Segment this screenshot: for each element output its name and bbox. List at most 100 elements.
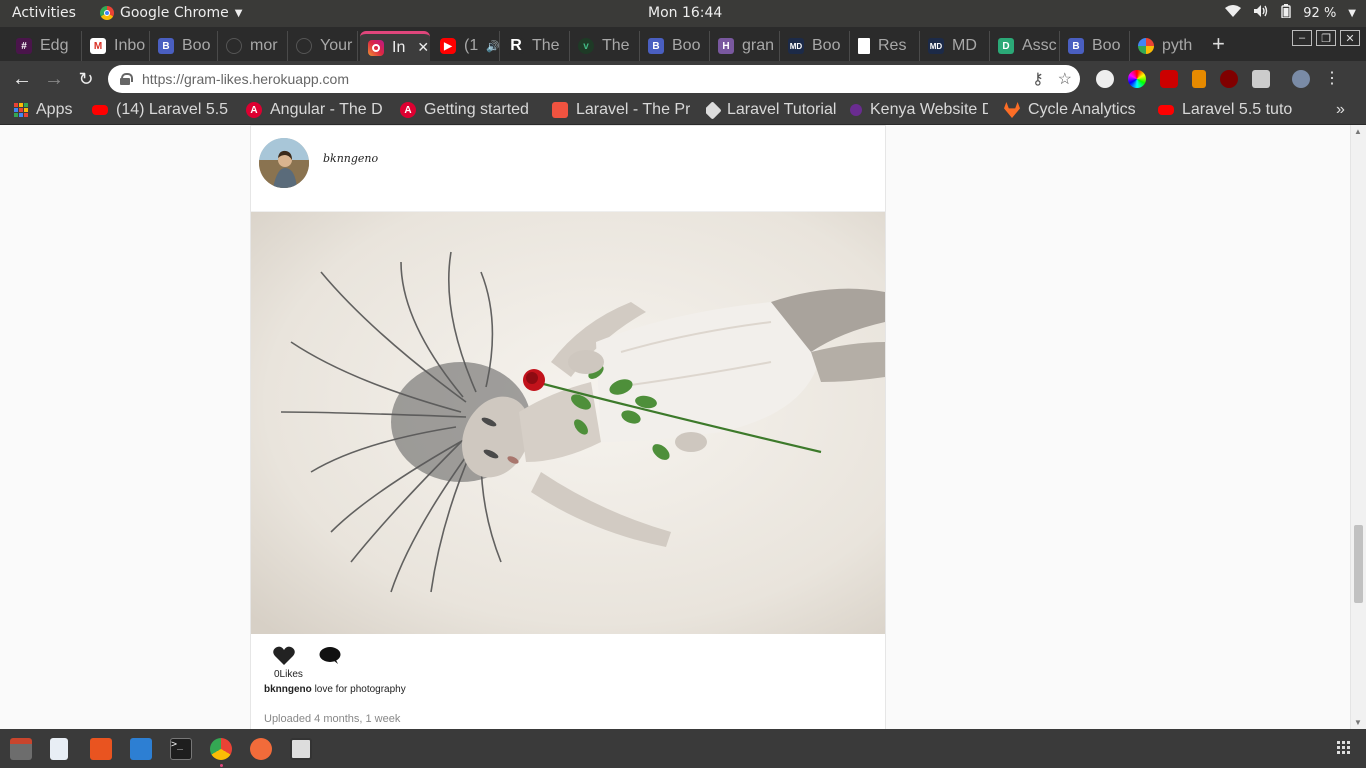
tab-title: In	[392, 38, 406, 56]
tab[interactable]: B Boo	[1060, 31, 1130, 61]
tab[interactable]: pyth	[1130, 31, 1200, 61]
tab-title: Inbo	[114, 37, 146, 54]
key-extension-icon[interactable]	[1192, 70, 1206, 88]
app-menu[interactable]: Google Chrome ▼	[100, 5, 242, 21]
tab[interactable]: MD MD	[920, 31, 990, 61]
bookmark[interactable]: Laravel Tutorial	[706, 101, 838, 119]
angular-icon: A	[400, 102, 416, 118]
ublock-icon[interactable]	[1160, 70, 1178, 88]
wifi-icon	[1225, 5, 1242, 21]
gmail-icon: M	[90, 38, 106, 54]
software-center-icon[interactable]	[90, 738, 112, 760]
tab[interactable]: R The	[500, 31, 570, 61]
tab[interactable]: ▶ (1 🔊	[432, 31, 500, 61]
scrollbar-thumb[interactable]	[1354, 525, 1363, 603]
close-icon[interactable]: ✕	[1340, 30, 1360, 46]
forward-arrow-icon[interactable]: →	[42, 67, 66, 91]
post-caption: bknngeno love for photography	[264, 684, 406, 695]
color-picker-icon[interactable]	[1128, 70, 1146, 88]
tab[interactable]: D Assc	[990, 31, 1060, 61]
terminal-icon[interactable]: >_	[170, 738, 192, 760]
heart-icon[interactable]	[273, 646, 295, 670]
bookmark-apps[interactable]: Apps	[14, 101, 72, 119]
caption-username[interactable]: bknngeno	[264, 684, 312, 695]
postman-icon[interactable]	[250, 738, 272, 760]
files-manager-icon[interactable]	[10, 738, 32, 760]
restore-icon[interactable]: ❐	[1316, 30, 1336, 46]
chrome-icon	[100, 6, 114, 20]
comment-icon[interactable]	[319, 646, 341, 670]
show-applications-icon[interactable]	[1337, 741, 1350, 754]
r-icon: R	[508, 37, 524, 54]
document-icon	[858, 38, 870, 54]
post-username[interactable]: bknngeno	[323, 152, 378, 165]
running-indicator	[220, 764, 223, 767]
text-editor-icon[interactable]	[50, 738, 68, 760]
tab[interactable]: B Boo	[640, 31, 710, 61]
bookmark[interactable]: Laravel - The Pr	[552, 101, 690, 119]
tab[interactable]: Res	[850, 31, 920, 61]
bootstrap-icon: B	[158, 38, 174, 54]
ublock-origin-icon[interactable]	[1220, 70, 1238, 88]
back-arrow-icon[interactable]: ←	[10, 67, 34, 91]
tab-title: Boo	[672, 37, 701, 54]
minimize-icon[interactable]: –	[1292, 30, 1312, 46]
google-icon	[1138, 38, 1154, 54]
vue-icon: v	[578, 38, 594, 54]
extension-icon[interactable]	[1096, 70, 1114, 88]
tab[interactable]: B Boo	[150, 31, 218, 61]
bookmark-label: Laravel - The Pr	[576, 101, 690, 118]
page-viewport: bknngeno 0Likes bknngeno love for photog…	[0, 125, 1350, 729]
bookmark[interactable]: Laravel 5.5 tuto	[1158, 101, 1298, 119]
reload-icon[interactable]: ↻	[74, 67, 98, 91]
screenshot-tool-icon[interactable]	[290, 738, 312, 760]
github-icon	[226, 38, 242, 54]
scroll-down-arrow-icon[interactable]: ▼	[1354, 718, 1362, 727]
youtube-icon	[1158, 105, 1174, 115]
tab[interactable]: # Edg	[8, 31, 82, 61]
more-bookmarks-icon[interactable]: »	[1336, 101, 1345, 119]
lock-icon	[120, 73, 133, 85]
page-scrollbar[interactable]: ▲ ▼	[1350, 125, 1366, 729]
profile-avatar-icon[interactable]	[1292, 70, 1310, 88]
close-icon[interactable]: ✕	[417, 39, 429, 56]
bookmark-label: Getting started	[424, 101, 529, 118]
slack-icon: #	[16, 38, 32, 54]
scroll-up-arrow-icon[interactable]: ▲	[1354, 127, 1362, 136]
heroku-icon: H	[718, 38, 734, 54]
puzzle-icon[interactable]	[1252, 70, 1270, 88]
extensions-area: ⋮	[1096, 70, 1340, 88]
activities-button[interactable]: Activities	[12, 5, 76, 21]
new-tab-button[interactable]: +	[1212, 33, 1225, 55]
post-image[interactable]	[251, 212, 885, 634]
chrome-icon[interactable]	[210, 738, 232, 760]
browser-toolbar: ← → ↻ https://gram-likes.herokuapp.com ⚷…	[0, 61, 1366, 97]
vscode-icon[interactable]	[130, 738, 152, 760]
bookmark-label: Kenya Website D	[870, 101, 988, 118]
bookmark[interactable]: (14) Laravel 5.5	[92, 101, 228, 119]
bookmark[interactable]: Cycle Analytics	[1004, 101, 1142, 119]
bootstrap-icon: B	[1068, 38, 1084, 54]
avatar[interactable]	[259, 138, 309, 188]
tab-title: The	[602, 37, 630, 54]
tab-title: Res	[878, 37, 907, 54]
bookmark[interactable]: A Angular - The D	[246, 101, 386, 119]
menu-dots-icon[interactable]: ⋮	[1324, 70, 1340, 88]
bookmark[interactable]: Kenya Website D	[850, 101, 988, 119]
system-tray[interactable]: 92 % ▼	[1225, 4, 1356, 22]
tab[interactable]: v The	[570, 31, 640, 61]
tab-active[interactable]: In ✕	[360, 31, 430, 61]
bookmark[interactable]: A Getting started	[400, 101, 538, 119]
tab[interactable]: mor	[218, 31, 288, 61]
tab[interactable]: M Inbo	[82, 31, 150, 61]
laravel-icon	[552, 102, 568, 118]
tab-title: Boo	[812, 37, 841, 54]
key-icon[interactable]: ⚷	[1032, 69, 1044, 89]
clock[interactable]: Mon 16:44	[648, 5, 722, 21]
tab[interactable]: Your	[288, 31, 358, 61]
star-icon[interactable]: ☆	[1058, 69, 1072, 89]
tab[interactable]: H gran	[710, 31, 780, 61]
address-bar[interactable]: https://gram-likes.herokuapp.com ⚷ ☆	[108, 65, 1080, 93]
bookmark-label: Laravel Tutorial	[727, 101, 837, 118]
tab[interactable]: MD Boo	[780, 31, 850, 61]
